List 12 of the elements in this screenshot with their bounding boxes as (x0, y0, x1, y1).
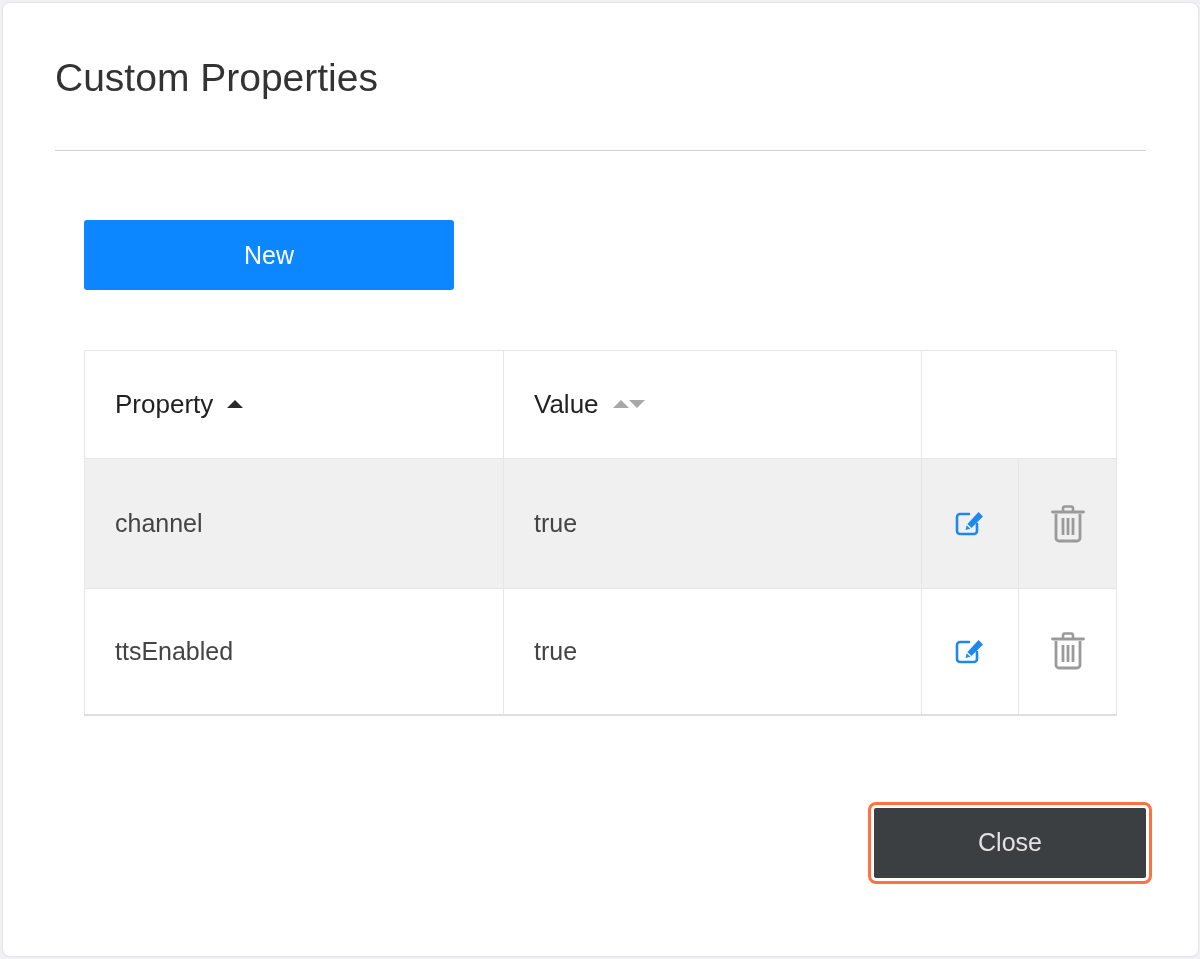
table-cell: true (503, 458, 922, 589)
edit-icon[interactable] (955, 638, 985, 664)
dialog-title: Custom Properties (55, 55, 378, 101)
trash-icon[interactable] (1050, 504, 1085, 543)
column-header[interactable]: Property (84, 350, 504, 459)
table-cell: ttsEnabled (84, 588, 504, 715)
edit-icon[interactable] (955, 511, 985, 536)
close-button[interactable]: Close (868, 801, 1152, 884)
trash-icon[interactable] (1050, 632, 1085, 671)
table-cell: channel (84, 458, 504, 589)
column-header[interactable]: Value (503, 350, 922, 459)
new-button[interactable]: New (84, 220, 454, 290)
